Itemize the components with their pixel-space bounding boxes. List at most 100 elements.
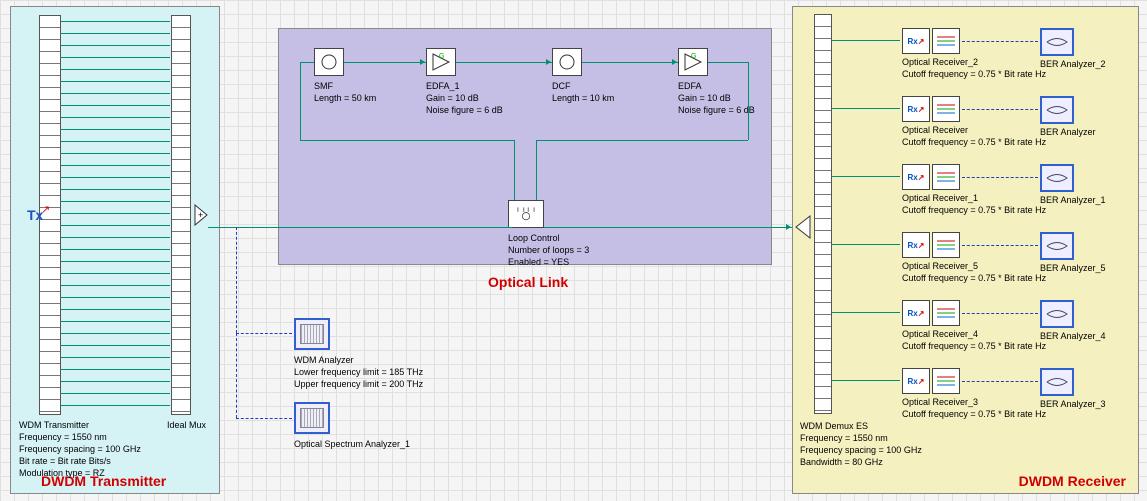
- arrow-icon: [546, 59, 551, 65]
- eye-diagram-icon: [1045, 237, 1069, 255]
- ber-label: BER Analyzer_4: [1040, 330, 1106, 342]
- smf-block[interactable]: [314, 48, 344, 76]
- svg-text:G: G: [439, 53, 444, 60]
- wire-loop-up-r: [748, 62, 749, 140]
- optical-receiver-block[interactable]: Rx↗: [902, 232, 960, 258]
- dcf-block[interactable]: [552, 48, 582, 76]
- tx-param-2: Bit rate = Bit rate Bits/s: [19, 455, 111, 467]
- edfa2-block[interactable]: G: [678, 48, 708, 76]
- osa-block[interactable]: [294, 402, 330, 434]
- wire-main-l: [232, 227, 512, 228]
- amplifier-icon: G: [430, 51, 452, 73]
- tx-param-1: Frequency spacing = 100 GHz: [19, 443, 141, 455]
- edfa2-label: EDFA: [678, 80, 702, 92]
- ber-analyzer-block[interactable]: [1040, 28, 1074, 56]
- diode-icon: ↗: [41, 203, 50, 216]
- arrow-icon: [786, 224, 791, 230]
- eye-diagram-icon: [1045, 101, 1069, 119]
- ber-analyzer-block[interactable]: [1040, 96, 1074, 124]
- rx-param: Cutoff frequency = 0.75 * Bit rate Hz: [902, 272, 1046, 284]
- wire-demux-rx: [832, 176, 900, 177]
- smf-param: Length = 50 km: [314, 92, 376, 104]
- wire-loop-to-smf: [300, 62, 314, 63]
- loop-label: Loop Control: [508, 232, 560, 244]
- wire-tap-v2: [236, 333, 237, 418]
- wire-rx-ber: [962, 313, 1038, 314]
- optical-receiver-block[interactable]: Rx↗: [902, 96, 960, 122]
- smf-label: SMF: [314, 80, 333, 92]
- rx-label: Optical Receiver_2: [902, 56, 978, 68]
- rx-icon: Rx↗: [902, 300, 930, 326]
- arrow-icon: [420, 59, 425, 65]
- loop-p1: Number of loops = 3: [508, 244, 589, 256]
- edfa1-p1: Gain = 10 dB: [426, 92, 479, 104]
- filter-icon: [932, 96, 960, 122]
- dcf-label: DCF: [552, 80, 571, 92]
- wdm-analyzer-block[interactable]: [294, 318, 330, 350]
- rx-param: Cutoff frequency = 0.75 * Bit rate Hz: [902, 340, 1046, 352]
- wire-rx-ber: [962, 245, 1038, 246]
- rx-param: Cutoff frequency = 0.75 * Bit rate Hz: [902, 204, 1046, 216]
- tx-param-0: Frequency = 1550 nm: [19, 431, 107, 443]
- wire-demux-rx: [832, 312, 900, 313]
- wire-loop-in: [514, 140, 515, 200]
- optical-receiver-block[interactable]: Rx↗: [902, 28, 960, 54]
- amplifier-icon: G: [682, 51, 704, 73]
- filter-icon: [932, 28, 960, 54]
- optical-receiver-block[interactable]: Rx↗: [902, 300, 960, 326]
- wire-demux-rx: [832, 380, 900, 381]
- rx-icon: Rx↗: [902, 368, 930, 394]
- wdm-analyzer-p1: Lower frequency limit = 185 THz: [294, 366, 423, 378]
- filter-icon: [932, 368, 960, 394]
- edfa1-p2: Noise figure = 6 dB: [426, 104, 503, 116]
- optical-receiver-block[interactable]: Rx↗: [902, 368, 960, 394]
- ber-analyzer-block[interactable]: [1040, 232, 1074, 260]
- rx-param: Cutoff frequency = 0.75 * Bit rate Hz: [902, 68, 1046, 80]
- rx-label: Optical Receiver_1: [902, 192, 978, 204]
- rx-param: Cutoff frequency = 0.75 * Bit rate Hz: [902, 136, 1046, 148]
- demux-p2: Bandwidth = 80 GHz: [800, 456, 883, 468]
- ber-analyzer-block[interactable]: [1040, 164, 1074, 192]
- osa-label: Optical Spectrum Analyzer_1: [294, 438, 410, 450]
- wire-loop-out: [536, 140, 537, 200]
- ber-analyzer-block[interactable]: [1040, 368, 1074, 396]
- filter-icon: [932, 232, 960, 258]
- loop-icon: [515, 203, 537, 225]
- wdm-analyzer-p2: Upper frequency limit = 200 THz: [294, 378, 423, 390]
- ber-analyzer-block[interactable]: [1040, 300, 1074, 328]
- rx-label: Optical Receiver_3: [902, 396, 978, 408]
- ber-label: BER Analyzer: [1040, 126, 1096, 138]
- rx-icon: Rx↗: [902, 164, 930, 190]
- loop-p2: Enabled = YES: [508, 256, 569, 268]
- dcf-param: Length = 10 km: [552, 92, 614, 104]
- edfa1-label: EDFA_1: [426, 80, 460, 92]
- edfa1-block[interactable]: G: [426, 48, 456, 76]
- wire-demux-rx: [832, 40, 900, 41]
- rx-icon: Rx↗: [902, 232, 930, 258]
- wire-rx-ber: [962, 109, 1038, 110]
- eye-diagram-icon: [1045, 305, 1069, 323]
- wire-loop-top-r: [536, 140, 748, 141]
- eye-diagram-icon: [1045, 373, 1069, 391]
- wire-loop-up-l: [300, 62, 301, 140]
- wire-rx-ber: [962, 381, 1038, 382]
- wire-smf-edfa1: [344, 62, 426, 63]
- tx-to-mux-wires: [60, 16, 170, 412]
- rx-param: Cutoff frequency = 0.75 * Bit rate Hz: [902, 408, 1046, 420]
- wire-demux-rx: [832, 108, 900, 109]
- link-title: Optical Link: [488, 274, 568, 290]
- demux-ports: [814, 14, 832, 414]
- demux-p0: Frequency = 1550 nm: [800, 432, 888, 444]
- wire-tap-wdm: [236, 333, 292, 334]
- optical-receiver-block[interactable]: Rx↗: [902, 164, 960, 190]
- svg-text:+: +: [198, 210, 203, 220]
- wire-tap-v1: [236, 227, 237, 333]
- mux-icon: +: [195, 205, 215, 225]
- rx-icon: Rx↗: [902, 96, 930, 122]
- rx-label: Optical Receiver_4: [902, 328, 978, 340]
- tx-param-3: Modulation type = RZ: [19, 467, 105, 479]
- loop-control-block[interactable]: [508, 200, 544, 228]
- edfa2-p1: Gain = 10 dB: [678, 92, 731, 104]
- schematic-canvas[interactable]: DWDM Transmitter Tx ↗ WDM Transmitter Fr…: [0, 0, 1147, 501]
- ber-label: BER Analyzer_5: [1040, 262, 1106, 274]
